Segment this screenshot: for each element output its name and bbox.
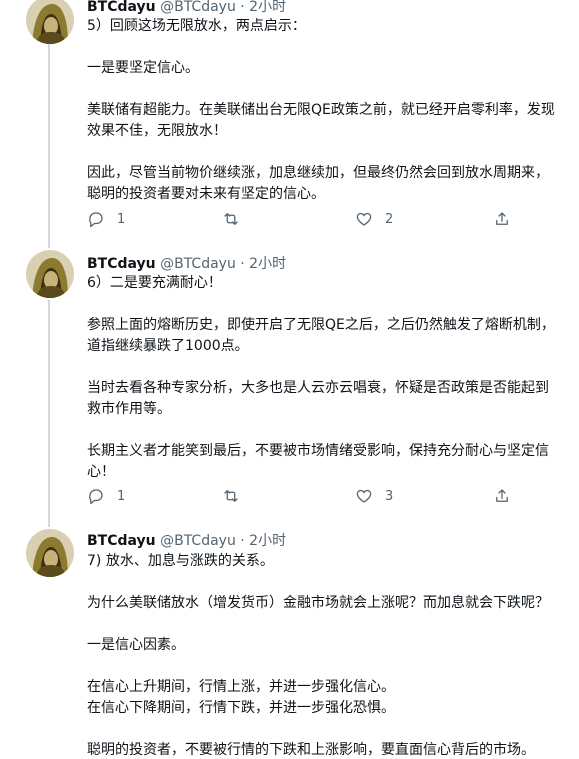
text-line <box>87 656 579 677</box>
like-count: 2 <box>385 211 394 227</box>
text-line: 在信心下降期间，行情下跌，并进一步强化恐惧。 <box>87 700 395 716</box>
text-line: 6）二是要充满耐心！ <box>87 275 222 291</box>
reply-icon <box>89 212 103 228</box>
share-icon <box>496 212 508 225</box>
text-line <box>87 420 579 441</box>
reply-button[interactable]: 1 <box>87 208 125 230</box>
text-line: 道指继续暴跌了1000点。 <box>87 338 249 354</box>
handle-and-time[interactable]: @BTCdayu · 2小时 <box>160 256 286 272</box>
like-button[interactable]: 2 <box>355 208 393 230</box>
tweet-text: 5）回顾这场无限放水，两点启示： 一是要坚定信心。 美联储有超能力。在美联储出台… <box>87 16 579 205</box>
like-count: 3 <box>385 488 394 504</box>
retweet-icon <box>224 213 238 225</box>
tweet-actions: 1 2 <box>87 208 557 230</box>
text-line: 因此，尽管当前物价继续涨，加息继续加，但最终仍然会回到放水周期来， <box>87 165 549 181</box>
heart-icon <box>356 212 372 226</box>
tweet-5[interactable]: BTCdayu @BTCdayu · 2小时 5）回顾这场无限放水，两点启示： … <box>0 0 579 240</box>
text-line: 一是信心因素。 <box>87 637 185 653</box>
text-line: 效果不佳，无限放水！ <box>87 123 227 139</box>
retweet-button[interactable] <box>222 485 240 507</box>
text-line: 为什么美联储放水（增发货币）金融市场就会上涨呢？而加息就会下跌呢？ <box>87 595 549 611</box>
thread-connector <box>48 240 50 248</box>
handle-and-time[interactable]: @BTCdayu · 2小时 <box>160 0 286 15</box>
text-line <box>87 79 579 100</box>
text-line <box>87 294 579 315</box>
avatar-image <box>26 529 74 577</box>
reply-button[interactable]: 1 <box>87 485 125 507</box>
tweet-6[interactable]: BTCdayu @BTCdayu · 2小时 6）二是要充满耐心！ 参照上面的熔… <box>0 240 579 520</box>
text-line: 长期主义者才能笑到最后，不要被市场情绪受影响，保持充分耐心与坚定信 <box>87 443 549 459</box>
retweet-icon <box>224 490 238 502</box>
text-line <box>87 37 579 58</box>
handle-and-time[interactable]: @BTCdayu · 2小时 <box>160 533 286 549</box>
avatar[interactable] <box>26 529 74 577</box>
avatar-image <box>26 250 74 298</box>
retweet-button[interactable] <box>222 208 240 230</box>
tweet-actions: 1 3 <box>87 485 557 507</box>
text-line <box>87 572 579 593</box>
reply-count: 1 <box>117 211 126 227</box>
author-name[interactable]: BTCdayu <box>87 0 156 15</box>
author-name[interactable]: BTCdayu <box>87 256 156 272</box>
share-button[interactable] <box>493 208 511 230</box>
tweet-header: BTCdayu @BTCdayu · 2小时 <box>87 530 286 550</box>
tweet-header: BTCdayu @BTCdayu · 2小时 <box>87 0 286 16</box>
text-line: 参照上面的熔断历史，即使开启了无限QE之后，之后仍然触发了熔断机制， <box>87 317 555 333</box>
text-line <box>87 719 579 740</box>
tweet-text: 6）二是要充满耐心！ 参照上面的熔断历史，即使开启了无限QE之后，之后仍然触发了… <box>87 273 579 483</box>
text-line: 7) 放水、加息与涨跌的关系。 <box>87 553 274 569</box>
text-line <box>87 357 579 378</box>
text-line: 救市作用等。 <box>87 401 171 417</box>
like-button[interactable]: 3 <box>355 485 393 507</box>
share-button[interactable] <box>493 485 511 507</box>
text-line: 聪明的投资者，不要被行情的下跌和上涨影响，要直面信心背后的市场。 <box>87 742 535 758</box>
avatar[interactable] <box>26 250 74 298</box>
text-line: 在信心上升期间，行情上涨，并进一步强化信心。 <box>87 679 395 695</box>
thread-connector <box>48 44 50 240</box>
tweet-thread: BTCdayu @BTCdayu · 2小时 5）回顾这场无限放水，两点启示： … <box>0 0 579 759</box>
heart-icon <box>356 489 372 503</box>
reply-icon <box>89 489 103 505</box>
text-line <box>87 614 579 635</box>
avatar-image <box>26 0 74 44</box>
text-line: 心！ <box>87 464 115 480</box>
reply-count: 1 <box>117 488 126 504</box>
author-name[interactable]: BTCdayu <box>87 533 156 549</box>
text-line <box>87 142 579 163</box>
text-line: 美联储有超能力。在美联储出台无限QE政策之前，就已经开启零利率，发现 <box>87 102 555 118</box>
tweet-text: 7) 放水、加息与涨跌的关系。 为什么美联储放水（增发货币）金融市场就会上涨呢？… <box>87 551 579 759</box>
avatar[interactable] <box>26 0 74 44</box>
tweet-header: BTCdayu @BTCdayu · 2小时 <box>87 253 286 273</box>
text-line: 聪明的投资者要对未来有坚定的信心。 <box>87 186 325 202</box>
thread-connector <box>48 520 50 527</box>
share-icon <box>496 489 508 502</box>
thread-connector <box>48 300 50 520</box>
text-line: 一是要坚定信心。 <box>87 60 199 76</box>
text-line: 5）回顾这场无限放水，两点启示： <box>87 18 306 34</box>
tweet-7[interactable]: BTCdayu @BTCdayu · 2小时 7) 放水、加息与涨跌的关系。 为… <box>0 520 579 759</box>
text-line: 当时去看各种专家分析，大多也是人云亦云唱衰，怀疑是否政策是否能起到 <box>87 380 549 396</box>
